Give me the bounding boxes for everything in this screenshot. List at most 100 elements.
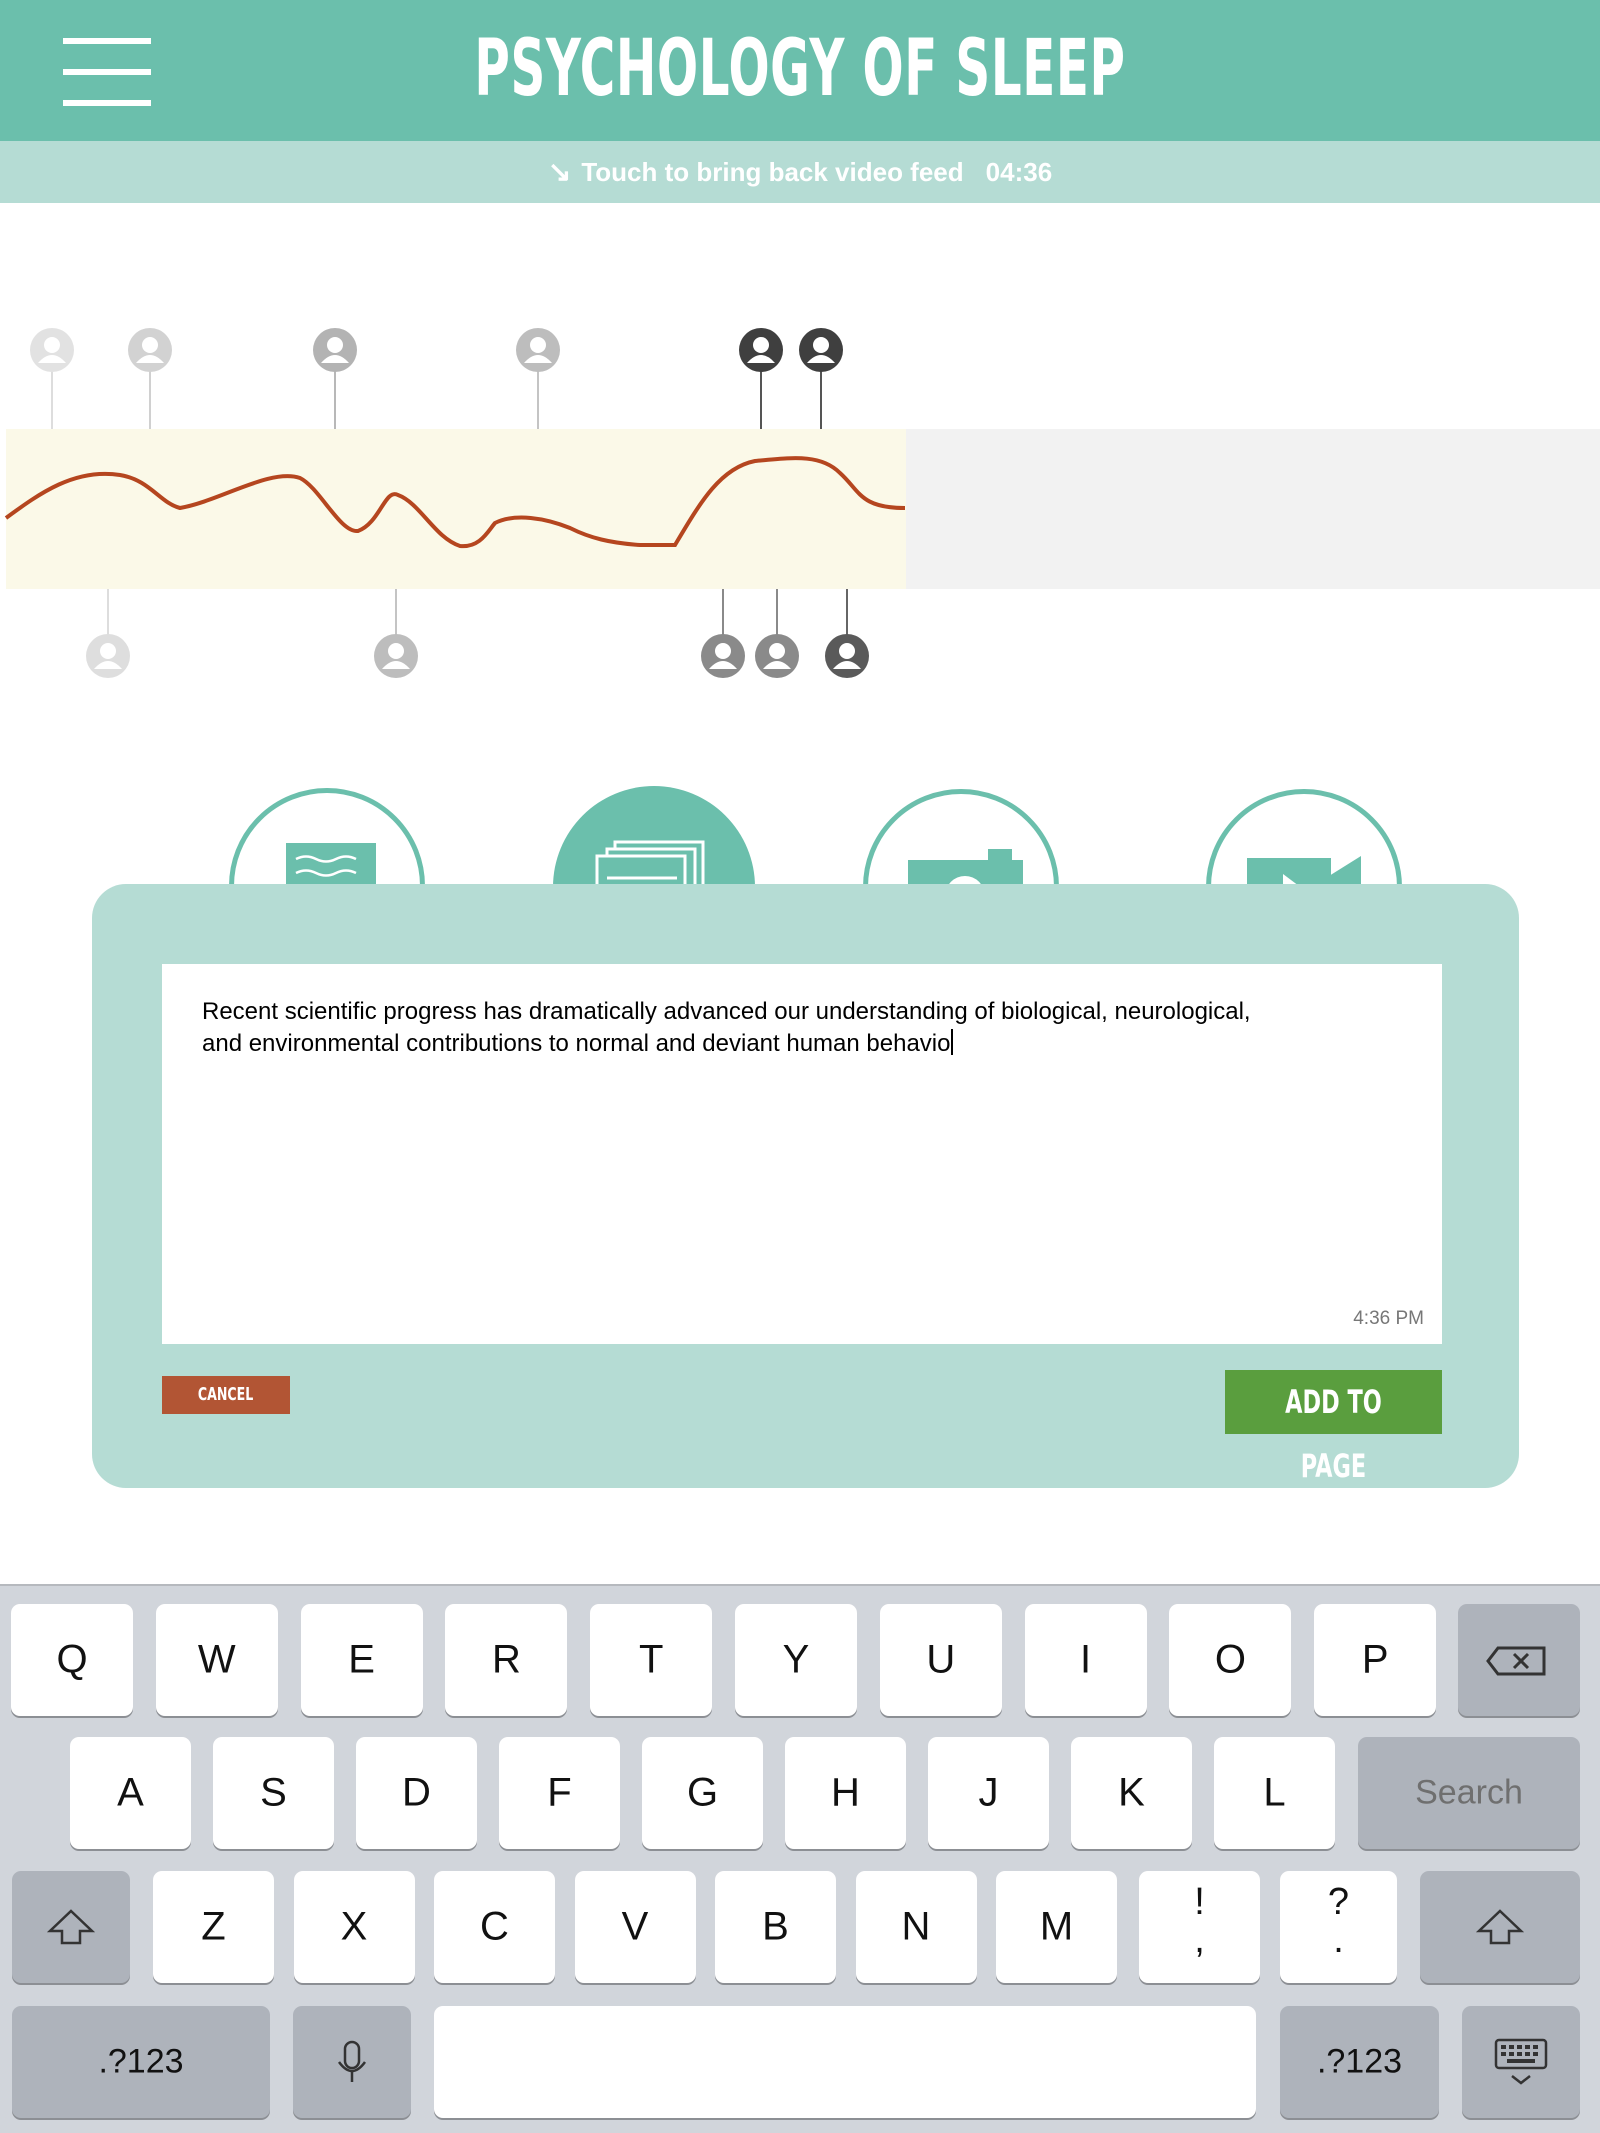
key-w-label: W xyxy=(197,1637,236,1682)
key-s-label: S xyxy=(260,1770,287,1815)
key-s[interactable]: S xyxy=(213,1737,334,1849)
key-w[interactable]: W xyxy=(155,1604,278,1716)
app-header: PSYCHOLOGY OF SLEEP xyxy=(0,0,1600,141)
key-d[interactable]: D xyxy=(356,1737,477,1849)
key-b-label: B xyxy=(762,1904,789,1949)
key-o-label: O xyxy=(1214,1637,1246,1682)
key-e-label: E xyxy=(348,1637,375,1682)
engagement-timeline[interactable] xyxy=(0,203,1600,763)
compose-panel: Recent scientific progress has dramatica… xyxy=(92,884,1519,1488)
key-i[interactable]: I xyxy=(1024,1604,1147,1716)
question-period-key[interactable]: ?. xyxy=(1280,1871,1397,1983)
key-b[interactable]: B xyxy=(715,1871,836,1983)
key-y[interactable]: Y xyxy=(735,1604,857,1716)
numbers-key-left-label: .?123 xyxy=(98,2042,184,2081)
key-o[interactable]: O xyxy=(1169,1604,1292,1716)
key-q-label: Q xyxy=(56,1637,88,1682)
key-x[interactable]: X xyxy=(293,1871,415,1983)
user-avatar-icon[interactable] xyxy=(312,327,358,373)
add-to-page-button[interactable]: ADD TO PAGE xyxy=(1225,1370,1442,1485)
note-timestamp: 4:36 PM xyxy=(1353,1308,1424,1329)
key-z[interactable]: Z xyxy=(153,1871,274,1983)
video-feed-bar[interactable]: ↘ Touch to bring back video feed 04:36 xyxy=(0,141,1600,203)
user-avatar-icon[interactable] xyxy=(515,327,561,373)
key-u-label: U xyxy=(926,1637,956,1682)
key-c-label: C xyxy=(480,1904,509,1949)
shift-key-left[interactable] xyxy=(12,1871,130,1983)
backspace-key[interactable] xyxy=(1458,1604,1580,1716)
key-v[interactable]: V xyxy=(574,1871,696,1983)
timeline-graph xyxy=(4,349,1600,641)
note-text-area[interactable]: Recent scientific progress has dramatica… xyxy=(162,964,1442,1344)
key-u[interactable]: U xyxy=(879,1604,1002,1716)
key-c[interactable]: C xyxy=(434,1871,555,1983)
key-n-label: N xyxy=(901,1904,931,1949)
user-avatar-icon[interactable] xyxy=(373,633,419,679)
dismiss-keyboard-key[interactable] xyxy=(1462,2006,1580,2118)
numbers-key-left[interactable]: .?123 xyxy=(12,2006,270,2118)
key-g[interactable]: G xyxy=(642,1737,763,1849)
key-r[interactable]: R xyxy=(445,1604,568,1716)
key-a-label: A xyxy=(117,1770,144,1815)
microphone-icon xyxy=(337,2040,367,2082)
key-t[interactable]: T xyxy=(590,1604,713,1716)
key-h[interactable]: H xyxy=(785,1737,906,1849)
key-k-label: K xyxy=(1118,1770,1145,1815)
timeline-played-region xyxy=(6,429,906,589)
user-avatar-icon[interactable] xyxy=(798,327,844,373)
key-i-label: I xyxy=(1080,1637,1092,1682)
user-avatar-icon[interactable] xyxy=(85,633,131,679)
user-avatar-icon[interactable] xyxy=(738,327,784,373)
hamburger-menu-icon[interactable] xyxy=(63,38,151,106)
shift-icon xyxy=(1475,1909,1525,1945)
key-r-label: R xyxy=(491,1637,521,1682)
key-p-label: P xyxy=(1361,1637,1389,1682)
key-n[interactable]: N xyxy=(855,1871,977,1983)
key-d-label: D xyxy=(402,1770,431,1815)
on-screen-keyboard: Q W E R T Y U I O P A S D F G H J K L Search Z X C V B N M!,?. .?12… xyxy=(0,1584,1600,2133)
search-key[interactable]: Search xyxy=(1358,1737,1580,1849)
key-m-label: M xyxy=(1039,1904,1074,1949)
microphone-key[interactable] xyxy=(293,2006,411,2118)
shift-key-right[interactable] xyxy=(1420,1871,1580,1983)
video-feed-time: 04:36 xyxy=(985,157,1053,187)
text-caret xyxy=(951,1029,954,1055)
keyboard-dismiss-icon xyxy=(1494,2038,1548,2085)
key-h-label: H xyxy=(831,1770,860,1815)
exclaim-comma-key[interactable]: !, xyxy=(1139,1871,1260,1983)
user-avatar-icon[interactable] xyxy=(700,633,746,679)
space-key[interactable] xyxy=(434,2006,1256,2118)
key-g-label: G xyxy=(686,1770,719,1815)
key-a[interactable]: A xyxy=(70,1737,191,1849)
key-p[interactable]: P xyxy=(1314,1604,1437,1716)
user-avatar-icon[interactable] xyxy=(824,633,870,679)
key-l[interactable]: L xyxy=(1214,1737,1335,1849)
video-feed-label: Touch to bring back video feed xyxy=(581,157,964,187)
numbers-key-right[interactable]: .?123 xyxy=(1280,2006,1439,2118)
search-key-label: Search xyxy=(1415,1773,1523,1812)
app-title: PSYCHOLOGY OF SLEEP xyxy=(474,24,1126,114)
key-y-label: Y xyxy=(782,1637,810,1682)
numbers-key-right-label: .?123 xyxy=(1316,2042,1403,2081)
key-x-label: X xyxy=(340,1904,368,1949)
key-v-label: V xyxy=(621,1904,649,1949)
backspace-icon xyxy=(1486,1646,1546,1676)
key-k[interactable]: K xyxy=(1071,1737,1192,1849)
key-j-label: J xyxy=(978,1770,999,1815)
key-f[interactable]: F xyxy=(499,1737,620,1849)
shift-icon xyxy=(46,1909,96,1945)
key-m[interactable]: M xyxy=(996,1871,1117,1983)
note-text: Recent scientific progress has dramatica… xyxy=(202,998,1251,1057)
user-avatar-icon[interactable] xyxy=(127,327,173,373)
key-j[interactable]: J xyxy=(928,1737,1049,1849)
arrow-icon: ↘ xyxy=(547,156,572,187)
key-l-label: L xyxy=(1263,1770,1286,1815)
user-avatar-icon[interactable] xyxy=(754,633,800,679)
key-q[interactable]: Q xyxy=(11,1604,133,1716)
user-avatar-icon[interactable] xyxy=(29,327,75,373)
key-z-label: Z xyxy=(201,1904,226,1949)
key-t-label: T xyxy=(638,1637,664,1682)
cancel-button[interactable]: CANCEL xyxy=(162,1376,290,1414)
key-f-label: F xyxy=(547,1770,572,1815)
key-e[interactable]: E xyxy=(300,1604,423,1716)
